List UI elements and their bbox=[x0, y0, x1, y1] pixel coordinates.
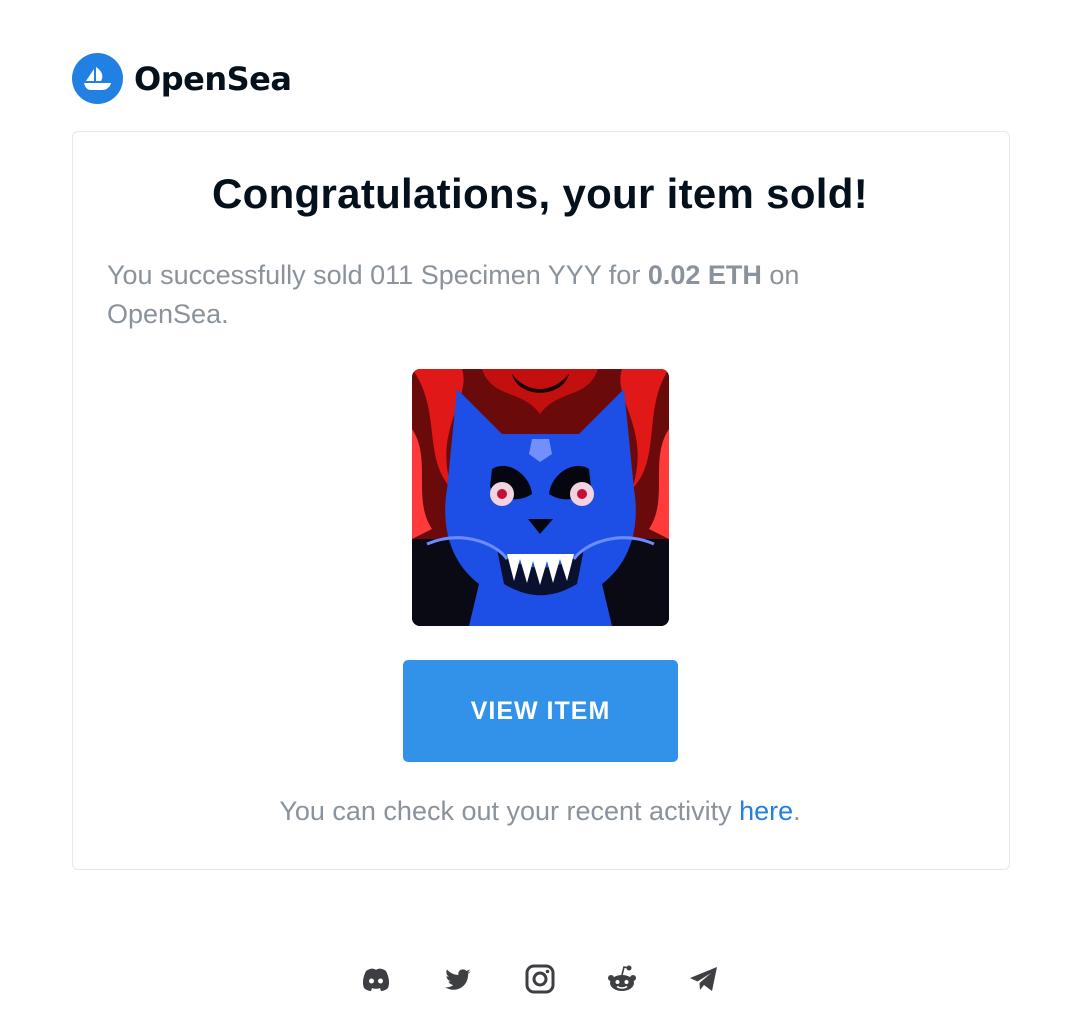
message-prefix: You successfully sold 011 Specimen YYY f… bbox=[107, 260, 648, 290]
reddit-icon[interactable] bbox=[605, 962, 639, 996]
telegram-icon[interactable] bbox=[687, 962, 721, 996]
sale-message: You successfully sold 011 Specimen YYY f… bbox=[107, 256, 907, 334]
instagram-icon[interactable] bbox=[523, 962, 557, 996]
nft-image[interactable] bbox=[412, 369, 669, 626]
view-item-button[interactable]: VIEW ITEM bbox=[403, 660, 678, 762]
opensea-logo-icon bbox=[72, 53, 123, 104]
twitter-icon[interactable] bbox=[441, 962, 475, 996]
activity-note: You can check out your recent activity h… bbox=[0, 796, 1080, 827]
page-title: Congratulations, your item sold! bbox=[212, 170, 868, 217]
brand-header[interactable]: OpenSea bbox=[72, 53, 292, 104]
brand-name: OpenSea bbox=[134, 59, 292, 98]
activity-suffix: . bbox=[793, 796, 801, 826]
sale-price: 0.02 ETH bbox=[647, 260, 762, 290]
discord-icon[interactable] bbox=[359, 962, 393, 996]
activity-prefix: You can check out your recent activity bbox=[279, 796, 740, 826]
social-links bbox=[0, 962, 1080, 996]
activity-link[interactable]: here bbox=[739, 796, 793, 826]
